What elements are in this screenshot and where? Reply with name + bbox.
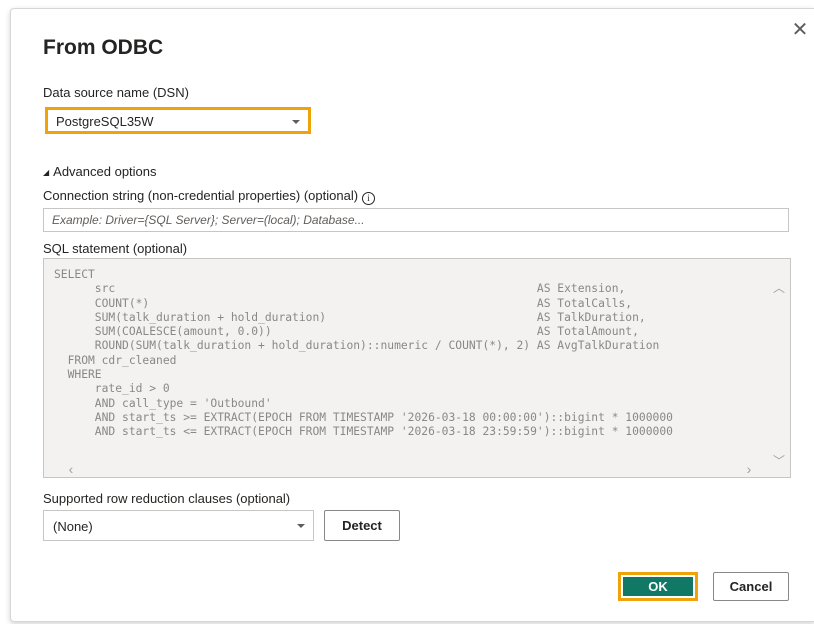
chevron-down-icon — [297, 524, 305, 528]
dsn-label: Data source name (DSN) — [43, 85, 189, 100]
ok-button-highlight: OK — [618, 572, 698, 601]
info-icon[interactable]: i — [362, 192, 376, 205]
dsn-dropdown[interactable]: PostgreSQL35W — [45, 107, 311, 134]
scroll-right-icon[interactable]: › — [742, 462, 756, 476]
connection-string-label-row: Connection string (non-credential proper… — [43, 188, 376, 205]
scroll-down-icon[interactable]: ﹀ — [772, 452, 786, 468]
chevron-down-icon — [292, 120, 300, 124]
connection-string-placeholder: Example: Driver={SQL Server}; Server=(lo… — [52, 213, 365, 227]
connection-string-label: Connection string (non-credential proper… — [43, 188, 359, 203]
close-icon[interactable]: ✕ — [789, 19, 811, 41]
triangle-down-icon: ◢ — [43, 168, 50, 177]
row-reduction-label: Supported row reduction clauses (optiona… — [43, 491, 291, 506]
scroll-up-icon[interactable]: ︿ — [772, 279, 786, 295]
scroll-left-icon[interactable]: ‹ — [64, 462, 78, 476]
advanced-options-label: Advanced options — [53, 164, 157, 179]
sql-statement-textarea[interactable]: SELECT src AS Extension, COUNT(*) AS Tot… — [43, 258, 791, 478]
sql-statement-text: SELECT src AS Extension, COUNT(*) AS Tot… — [54, 268, 673, 439]
odbc-dialog: ✕ From ODBC Data source name (DSN) Postg… — [10, 8, 814, 622]
dialog-title: From ODBC — [43, 36, 164, 59]
detect-button[interactable]: Detect — [324, 510, 400, 541]
dsn-selected-value: PostgreSQL35W — [56, 114, 154, 129]
connection-string-input[interactable]: Example: Driver={SQL Server}; Server=(lo… — [43, 208, 789, 232]
advanced-options-toggle[interactable]: ◢ Advanced options — [43, 164, 157, 179]
row-reduction-dropdown[interactable]: (None) — [43, 510, 314, 541]
ok-button[interactable]: OK — [623, 577, 693, 596]
row-reduction-selected-value: (None) — [53, 519, 93, 534]
sql-statement-label: SQL statement (optional) — [43, 241, 188, 256]
cancel-button[interactable]: Cancel — [713, 572, 789, 601]
